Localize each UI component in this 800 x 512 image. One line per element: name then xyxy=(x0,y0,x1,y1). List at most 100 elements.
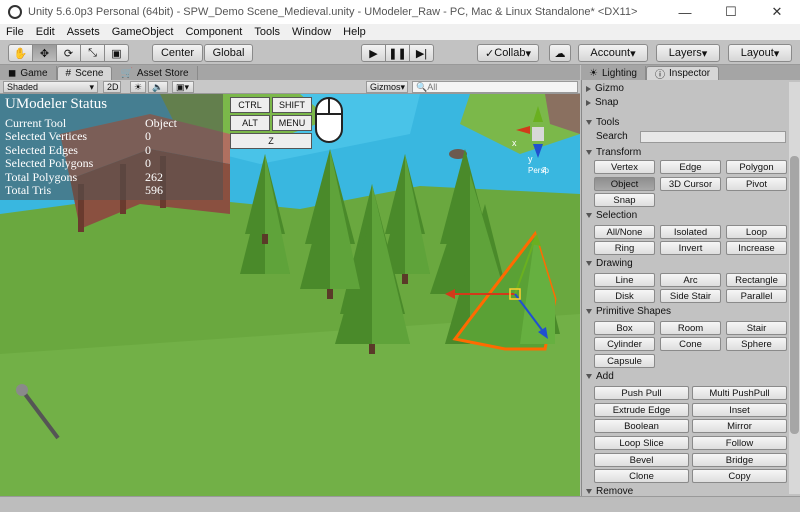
stair-button[interactable]: Stair xyxy=(726,321,787,335)
side-stair-button[interactable]: Side Stair xyxy=(660,289,721,303)
section-transform[interactable]: Transform xyxy=(586,146,641,159)
window-title: Unity 5.6.0p3 Personal (64bit) - SPW_Dem… xyxy=(28,6,638,18)
menu-edit[interactable]: Edit xyxy=(36,26,55,38)
layers-dropdown[interactable]: Layers ▾ xyxy=(656,44,720,62)
move-tool-icon[interactable]: ✥ xyxy=(32,44,57,62)
cone-button[interactable]: Cone xyxy=(660,337,721,351)
section-gizmo[interactable]: Gizmo xyxy=(586,82,624,95)
loop-button[interactable]: Loop xyxy=(726,225,787,239)
window-titlebar: Unity 5.6.0p3 Personal (64bit) - SPW_Dem… xyxy=(0,0,800,24)
room-button[interactable]: Room xyxy=(660,321,721,335)
push-pull-button[interactable]: Push Pull xyxy=(594,386,689,400)
menu-file[interactable]: File xyxy=(6,26,24,38)
shading-dropdown[interactable]: Shaded ▾ xyxy=(3,81,98,93)
section-tools[interactable]: Tools xyxy=(586,116,619,129)
rect-tool-icon[interactable]: ▣ xyxy=(104,44,129,62)
parallel-button[interactable]: Parallel xyxy=(726,289,787,303)
account-dropdown[interactable]: Account ▾ xyxy=(578,44,648,62)
ring-button[interactable]: Ring xyxy=(594,241,655,255)
status-title: UModeler Status xyxy=(5,96,108,112)
edge-button[interactable]: Edge xyxy=(660,160,721,174)
copy-button[interactable]: Copy xyxy=(692,469,787,483)
disk-button[interactable]: Disk xyxy=(594,289,655,303)
loop-slice-button[interactable]: Loop Slice xyxy=(594,436,689,450)
boolean-button[interactable]: Boolean xyxy=(594,419,689,433)
persp-label[interactable]: Persp xyxy=(528,166,549,175)
line-button[interactable]: Line xyxy=(594,273,655,287)
layout-dropdown[interactable]: Layout ▾ xyxy=(728,44,792,62)
umodeler-status-panel: UModeler Status Current Tool Object Selec… xyxy=(0,94,223,200)
maximize-icon[interactable]: ☐ xyxy=(708,0,754,24)
status-row: Current Tool Object xyxy=(5,116,177,130)
pause-icon[interactable]: ❚❚ xyxy=(385,44,410,62)
menu-tools[interactable]: Tools xyxy=(254,26,280,38)
bridge-button[interactable]: Bridge xyxy=(692,453,787,467)
follow-button[interactable]: Follow xyxy=(692,436,787,450)
inspector-scrollbar[interactable] xyxy=(789,82,800,494)
vertex-button[interactable]: Vertex xyxy=(594,160,655,174)
lighting-toggle-icon[interactable]: ☀ xyxy=(130,81,146,93)
scale-tool-icon[interactable]: ⤡ xyxy=(80,44,105,62)
shift-key-hint: SHIFT xyxy=(272,97,312,113)
isolated-button[interactable]: Isolated xyxy=(660,225,721,239)
gizmos-dropdown[interactable]: Gizmos ▾ xyxy=(366,81,408,93)
object-button[interactable]: Object xyxy=(594,177,655,191)
multi-pushpull-button[interactable]: Multi PushPull xyxy=(692,386,787,400)
step-icon[interactable]: ▶| xyxy=(409,44,434,62)
extrude-edge-button[interactable]: Extrude Edge xyxy=(594,403,689,417)
menu-help[interactable]: Help xyxy=(343,26,366,38)
all-none-button[interactable]: All/None xyxy=(594,225,655,239)
menu-window[interactable]: Window xyxy=(292,26,331,38)
menu-component[interactable]: Component xyxy=(185,26,242,38)
snap-button[interactable]: Snap xyxy=(594,193,655,207)
pivot-button[interactable]: Pivot xyxy=(726,177,787,191)
global-space-button[interactable]: Global xyxy=(204,44,253,62)
scrollbar-thumb[interactable] xyxy=(790,156,799,434)
bevel-button[interactable]: Bevel xyxy=(594,453,689,467)
section-add[interactable]: Add xyxy=(586,370,614,383)
tab-asset-store[interactable]: 🛒 Asset Store xyxy=(112,66,198,80)
mode-2d-button[interactable]: 2D xyxy=(103,81,121,93)
status-row: Selected Edges 0 xyxy=(5,142,151,157)
arc-button[interactable]: Arc xyxy=(660,273,721,287)
3d-cursor-button[interactable]: 3D Cursor xyxy=(660,177,721,191)
section-primitive-shapes[interactable]: Primitive Shapes xyxy=(586,305,671,318)
hand-tool-icon[interactable]: ✋ xyxy=(8,44,33,62)
play-icon[interactable]: ▶ xyxy=(361,44,386,62)
tools-search-input[interactable] xyxy=(640,131,786,143)
section-snap[interactable]: Snap xyxy=(586,96,618,109)
inset-button[interactable]: Inset xyxy=(692,403,787,417)
effects-dropdown-icon[interactable]: ▣▾ xyxy=(172,81,194,93)
tab-scene[interactable]: # Scene xyxy=(56,66,113,80)
status-row: Total Polygons 262 xyxy=(5,169,163,184)
menu-assets[interactable]: Assets xyxy=(67,26,100,38)
capsule-button[interactable]: Capsule xyxy=(594,354,655,368)
z-key-hint: Z xyxy=(230,133,312,149)
menu-gameobject[interactable]: GameObject xyxy=(112,26,174,38)
increase-button[interactable]: Increase xyxy=(726,241,787,255)
scene-search-input[interactable]: 🔍 All xyxy=(412,81,578,93)
rotate-tool-icon[interactable]: ⟳ xyxy=(56,44,81,62)
tab-game[interactable]: ◼ Game xyxy=(0,66,57,80)
tab-lighting[interactable]: ☀ Lighting xyxy=(581,66,646,80)
audio-toggle-icon[interactable]: 🔈 xyxy=(148,81,168,93)
polygon-button[interactable]: Polygon xyxy=(726,160,787,174)
minimize-icon[interactable]: — xyxy=(662,0,708,24)
scene-icon: # xyxy=(65,68,72,79)
mirror-button[interactable]: Mirror xyxy=(692,419,787,433)
sphere-button[interactable]: Sphere xyxy=(726,337,787,351)
section-drawing[interactable]: Drawing xyxy=(586,257,633,270)
section-selection[interactable]: Selection xyxy=(586,209,637,222)
collab-button[interactable]: ✓ Collab ▾ xyxy=(477,44,539,62)
box-button[interactable]: Box xyxy=(594,321,655,335)
pivot-center-button[interactable]: Center xyxy=(152,44,203,62)
cylinder-button[interactable]: Cylinder xyxy=(594,337,655,351)
section-remove[interactable]: Remove xyxy=(586,485,633,496)
clone-button[interactable]: Clone xyxy=(594,469,689,483)
mouse-icon xyxy=(315,97,343,143)
invert-button[interactable]: Invert xyxy=(660,241,721,255)
cloud-icon[interactable]: ☁ xyxy=(549,44,571,62)
close-icon[interactable]: ✕ xyxy=(754,0,800,24)
rectangle-button[interactable]: Rectangle xyxy=(726,273,787,287)
tab-inspector[interactable]: ⓘ Inspector xyxy=(646,66,720,81)
